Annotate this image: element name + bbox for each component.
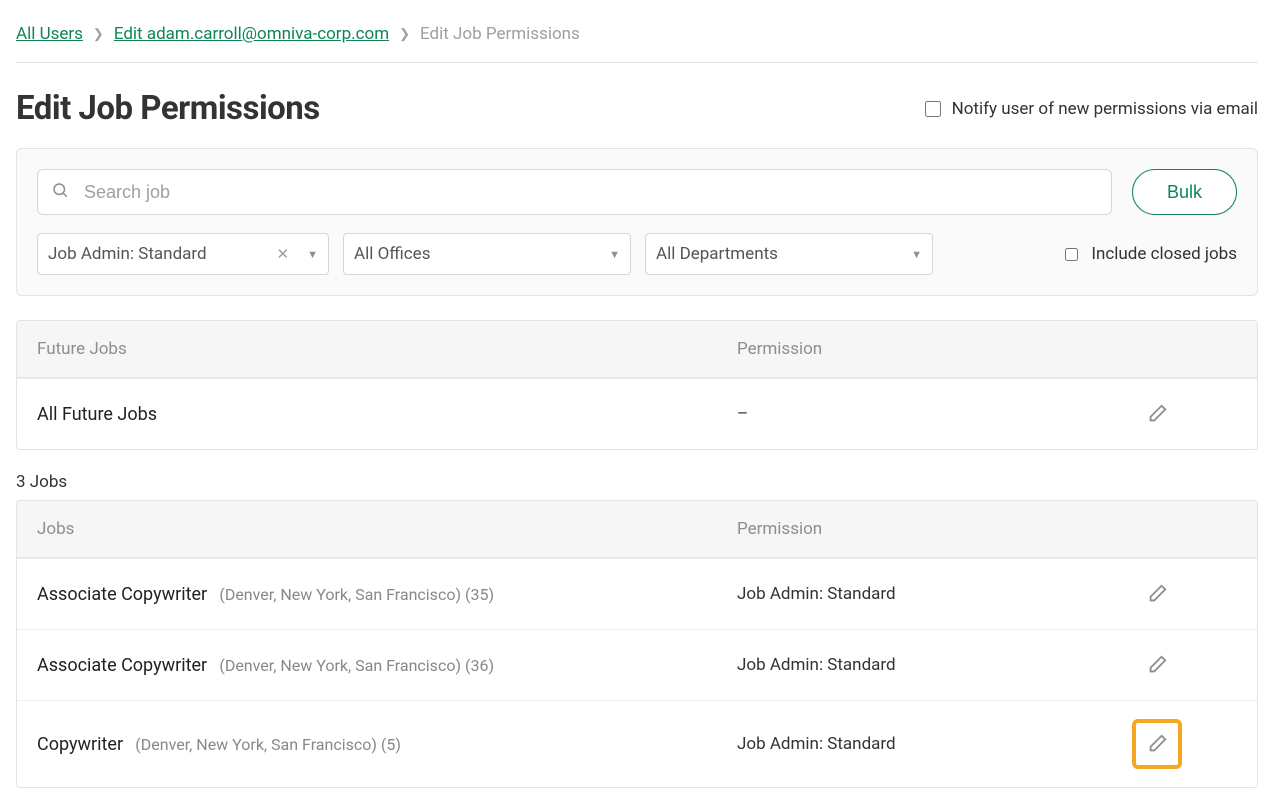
future-job-name: All Future Jobs <box>37 404 157 425</box>
notify-label-text: Notify user of new permissions via email <box>952 99 1258 119</box>
include-closed-label[interactable]: Include closed jobs <box>1061 244 1237 264</box>
edit-job-button[interactable] <box>1140 577 1174 611</box>
breadcrumb-current: Edit Job Permissions <box>420 24 580 44</box>
notify-checkbox-label[interactable]: Notify user of new permissions via email <box>921 98 1258 120</box>
job-name: Associate Copywriter <box>37 584 207 605</box>
clear-icon[interactable]: ✕ <box>277 245 290 263</box>
edit-job-button[interactable] <box>1140 727 1174 761</box>
chevron-down-icon: ▼ <box>911 248 922 261</box>
chevron-right-icon: ❯ <box>399 27 410 42</box>
jobs-count: 3 Jobs <box>16 472 1258 492</box>
job-meta: (Denver, New York, San Francisco) (36) <box>219 656 494 675</box>
breadcrumb-all-users[interactable]: All Users <box>16 24 83 44</box>
search-icon <box>51 181 69 203</box>
filter-admin-type-value: Job Admin: Standard <box>48 244 263 264</box>
edit-future-button[interactable] <box>1140 397 1174 431</box>
filter-offices-value: All Offices <box>354 244 599 264</box>
include-closed-checkbox[interactable] <box>1065 248 1078 261</box>
chevron-down-icon: ▼ <box>609 248 620 261</box>
future-header-jobs: Future Jobs <box>17 321 717 377</box>
notify-checkbox[interactable] <box>925 101 941 117</box>
edit-job-button[interactable] <box>1140 648 1174 682</box>
table-row: Copywriter (Denver, New York, San Franci… <box>17 700 1257 787</box>
highlight-box <box>1132 719 1182 769</box>
chevron-right-icon: ❯ <box>93 27 104 42</box>
breadcrumb: All Users ❯ Edit adam.carroll@omniva-cor… <box>16 16 1258 63</box>
job-name: Copywriter <box>37 734 123 755</box>
table-row: Associate Copywriter (Denver, New York, … <box>17 629 1257 700</box>
filter-offices[interactable]: All Offices ▼ <box>343 233 631 275</box>
chevron-down-icon: ▼ <box>307 248 318 261</box>
search-wrap <box>37 169 1112 215</box>
job-perm: Job Admin: Standard <box>717 716 1057 772</box>
future-header-perm: Permission <box>717 321 1057 377</box>
page-title: Edit Job Permissions <box>16 89 320 128</box>
future-jobs-row: All Future Jobs – <box>17 378 1257 449</box>
breadcrumb-edit-user[interactable]: Edit adam.carroll@omniva-corp.com <box>114 24 389 44</box>
pencil-icon <box>1146 583 1168 605</box>
filter-panel: Bulk Job Admin: Standard ✕ ▼ All Offices… <box>16 148 1258 296</box>
pencil-icon <box>1146 403 1168 425</box>
bulk-button[interactable]: Bulk <box>1132 169 1237 215</box>
jobs-table: Jobs Permission Associate Copywriter (De… <box>16 500 1258 788</box>
include-closed-text: Include closed jobs <box>1091 244 1237 264</box>
job-perm: Job Admin: Standard <box>717 566 1057 622</box>
filter-admin-type[interactable]: Job Admin: Standard ✕ ▼ <box>37 233 329 275</box>
jobs-header-jobs: Jobs <box>17 501 717 557</box>
pencil-icon <box>1146 654 1168 676</box>
future-jobs-table: Future Jobs Permission All Future Jobs – <box>16 320 1258 450</box>
job-perm: Job Admin: Standard <box>717 637 1057 693</box>
table-row: Associate Copywriter (Denver, New York, … <box>17 558 1257 629</box>
future-job-perm: – <box>717 386 1057 442</box>
job-name: Associate Copywriter <box>37 655 207 676</box>
filter-departments[interactable]: All Departments ▼ <box>645 233 933 275</box>
job-meta: (Denver, New York, San Francisco) (5) <box>135 735 401 754</box>
filter-departments-value: All Departments <box>656 244 901 264</box>
job-meta: (Denver, New York, San Francisco) (35) <box>219 585 494 604</box>
search-input[interactable] <box>37 169 1112 215</box>
pencil-icon <box>1146 733 1168 755</box>
jobs-header-perm: Permission <box>717 501 1057 557</box>
